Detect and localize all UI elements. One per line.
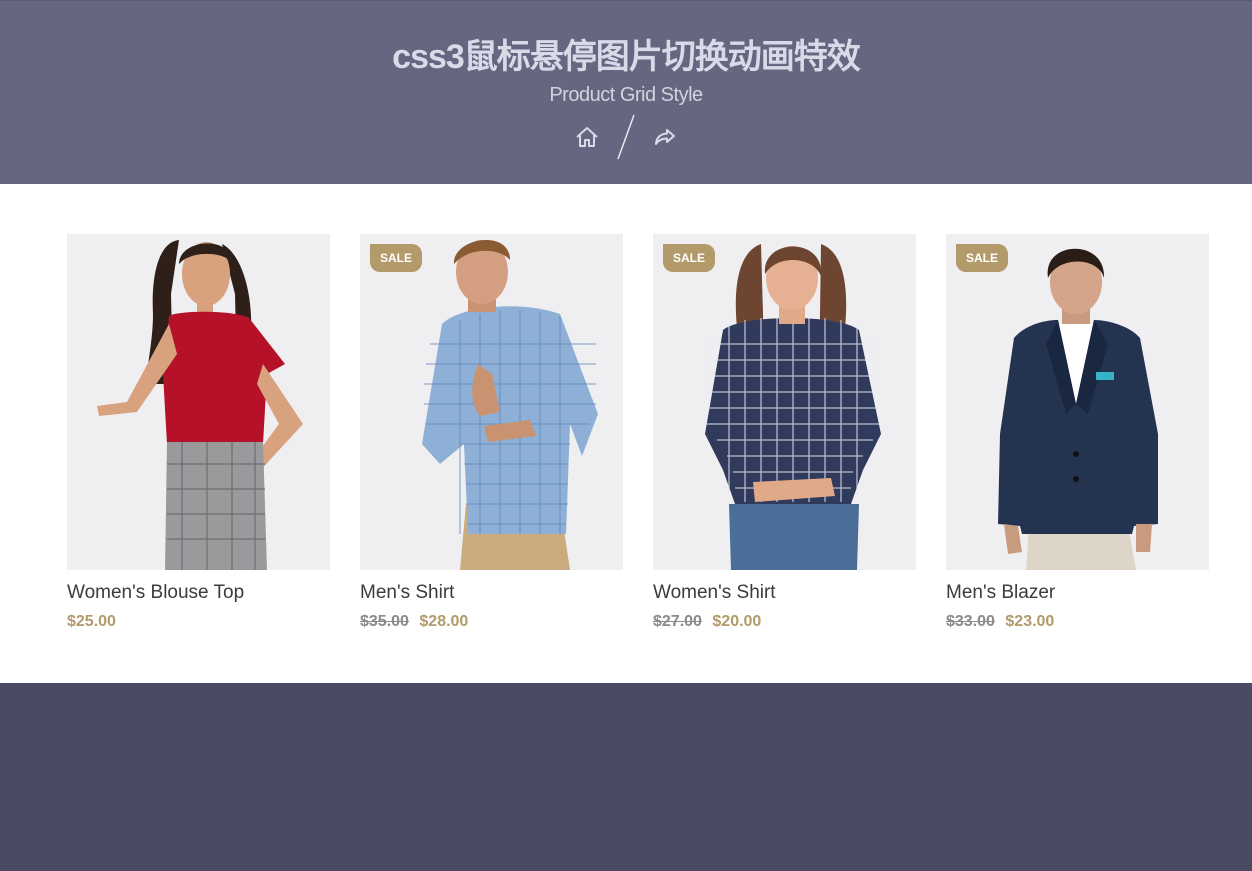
current-price: $23.00 (1005, 613, 1055, 630)
product-card[interactable]: SALE Men's Shirt $35.00 $28.00 (360, 234, 623, 631)
share-icon[interactable] (650, 122, 680, 152)
product-image[interactable]: SALE (360, 234, 623, 570)
man-blue-shirt-illustration (422, 239, 598, 570)
original-price: $33.00 (946, 613, 995, 630)
product-card[interactable]: SALE Men's Blazer $33.00 $23.00 (946, 234, 1209, 631)
product-image[interactable] (67, 234, 330, 570)
product-image[interactable]: SALE (946, 234, 1209, 570)
man-navy-blazer-illustration (998, 248, 1158, 570)
product-card[interactable]: SALE Women's Shirt $27.00 $20.00 (653, 234, 916, 631)
sale-badge: SALE (663, 244, 716, 272)
product-grid: Women's Blouse Top $25.00 SALE Men's Shi… (67, 234, 1209, 631)
page-header: css3鼠标悬停图片切换动画特效 Product Grid Style (0, 0, 1252, 184)
original-price: $27.00 (653, 613, 702, 630)
home-icon[interactable] (572, 122, 602, 152)
product-name[interactable]: Men's Blazer (946, 582, 1209, 604)
page-title: css3鼠标悬停图片切换动画特效 (392, 38, 861, 76)
page-footer (0, 683, 1252, 871)
current-price: $28.00 (419, 613, 469, 630)
product-name[interactable]: Women's Shirt (653, 582, 916, 604)
nav-divider (616, 113, 636, 161)
current-price: $25.00 (67, 613, 116, 630)
product-image[interactable]: SALE (653, 234, 916, 570)
woman-gingham-shirt-illustration (705, 244, 881, 570)
product-price: $33.00 $23.00 (946, 613, 1209, 631)
product-name[interactable]: Men's Shirt (360, 582, 623, 604)
sale-badge: SALE (956, 244, 1009, 272)
page-subtitle: Product Grid Style (549, 84, 703, 106)
product-section: Women's Blouse Top $25.00 SALE Men's Shi… (0, 184, 1252, 683)
current-price: $20.00 (712, 613, 762, 630)
product-card[interactable]: Women's Blouse Top $25.00 (67, 234, 330, 631)
product-price: $27.00 $20.00 (653, 613, 916, 631)
sale-badge: SALE (370, 244, 423, 272)
product-price: $25.00 (67, 613, 330, 631)
product-name[interactable]: Women's Blouse Top (67, 582, 330, 604)
original-price: $35.00 (360, 613, 409, 630)
header-nav (0, 113, 1252, 161)
product-price: $35.00 $28.00 (360, 613, 623, 631)
woman-red-blouse-illustration (97, 240, 303, 570)
